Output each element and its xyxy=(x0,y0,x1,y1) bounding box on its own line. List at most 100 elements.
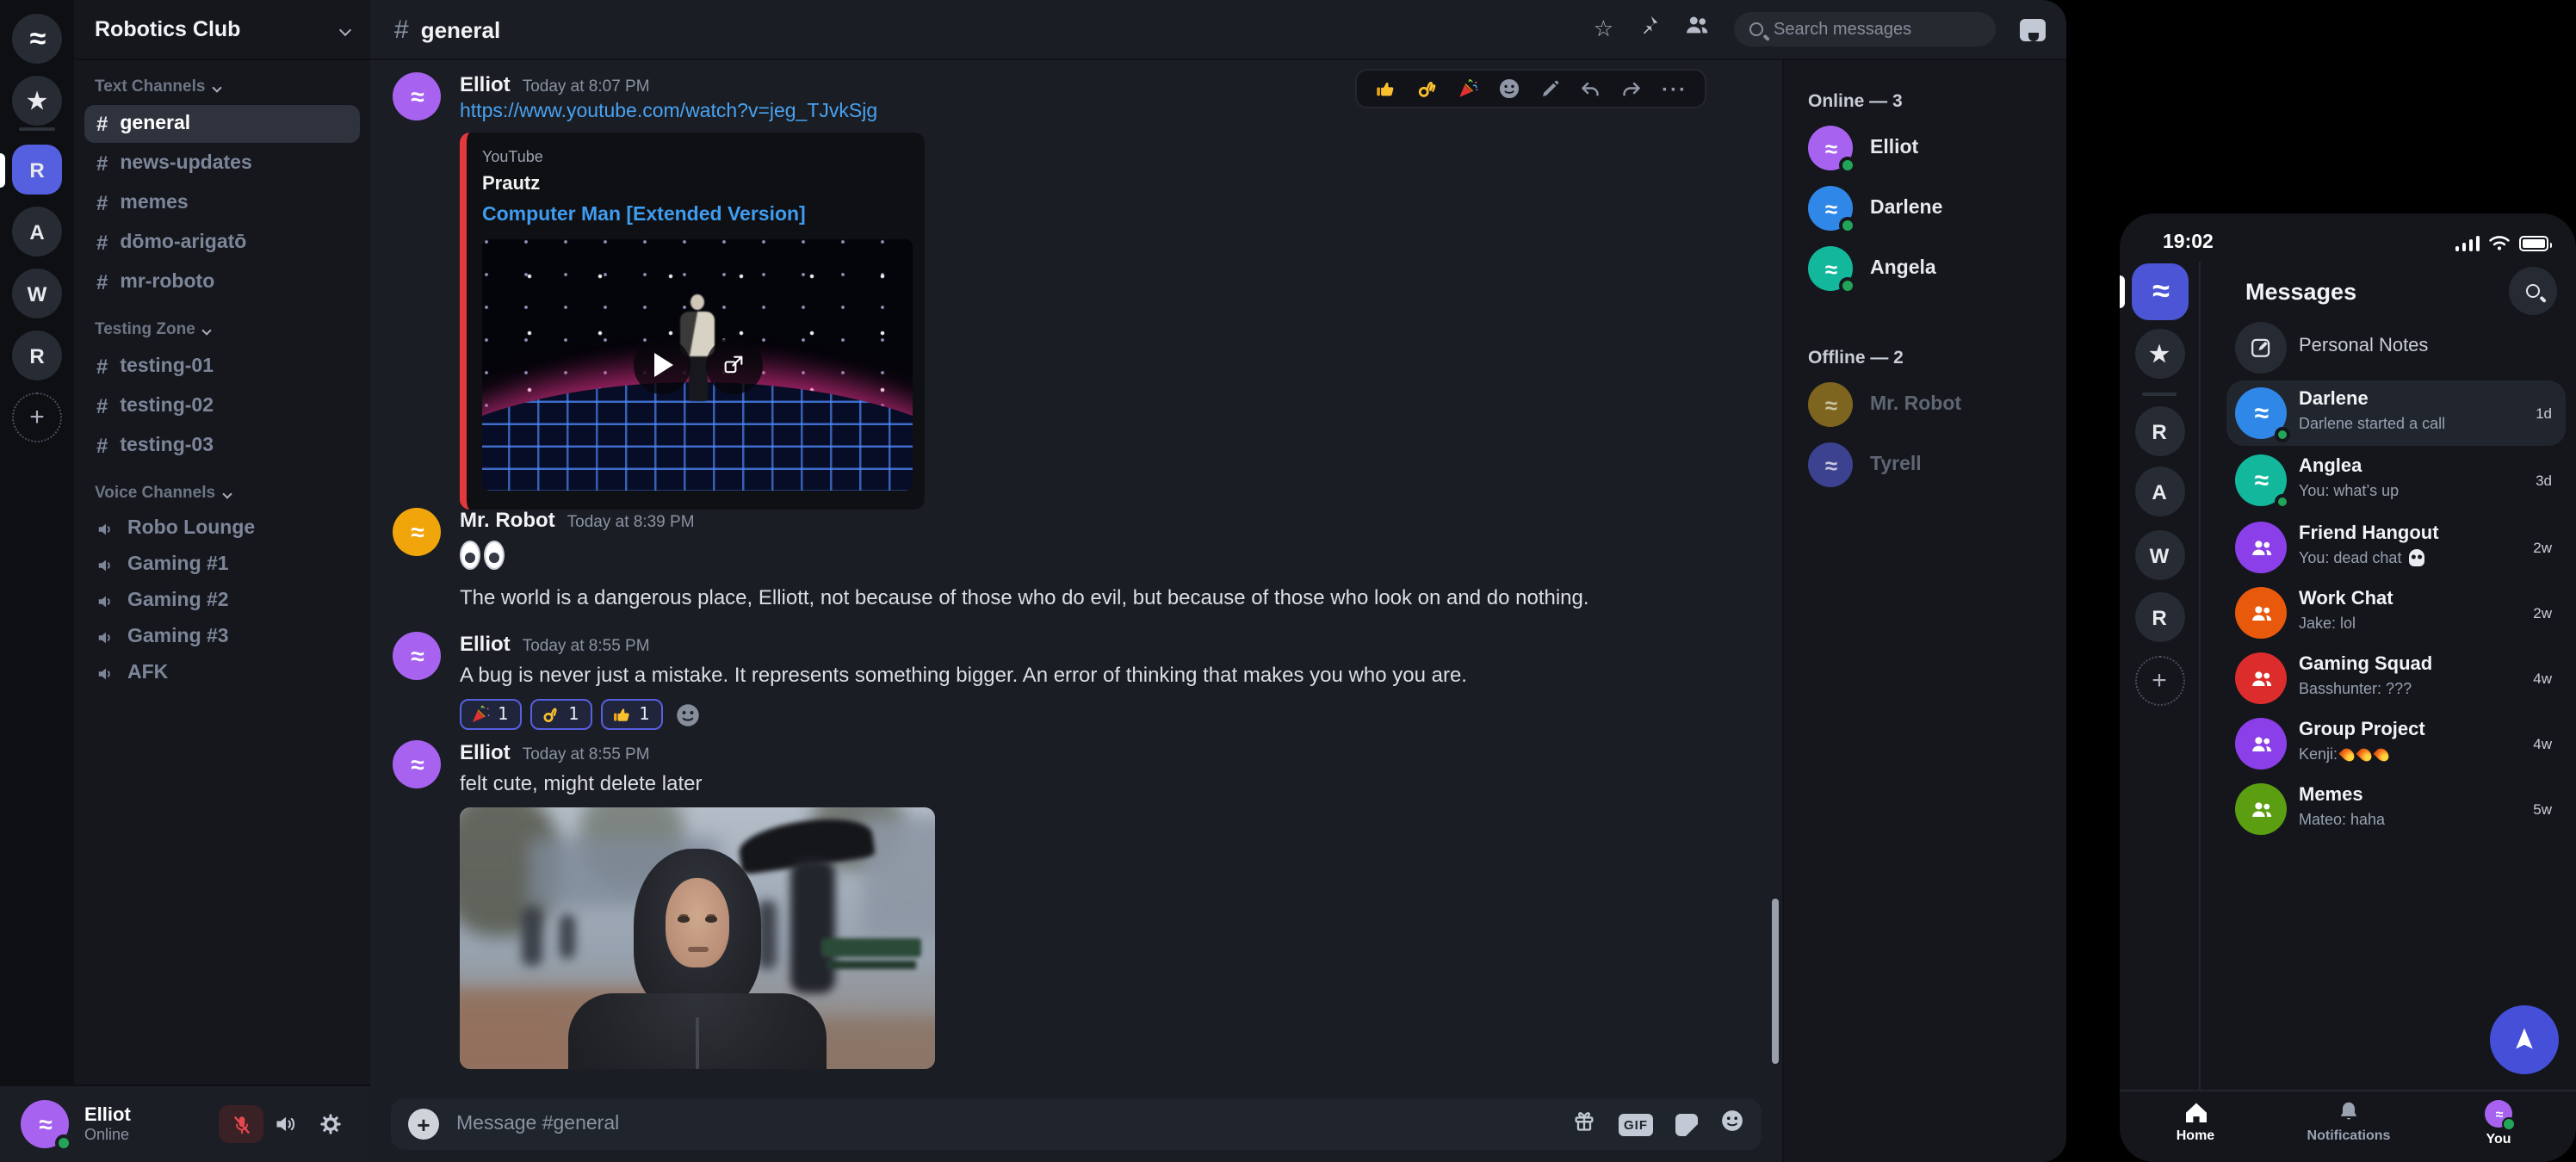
favourites-button[interactable]: ★ xyxy=(12,76,62,126)
section-text-channels[interactable]: Text Channels xyxy=(74,60,370,103)
server-r2[interactable]: R xyxy=(2134,592,2184,642)
chat-scrollbar[interactable] xyxy=(1772,899,1779,1064)
nav-notifications[interactable]: Notifications xyxy=(2288,1100,2409,1143)
voice-gaming-3[interactable]: Gaming #3 xyxy=(84,620,360,654)
conversation-group-project[interactable]: Group Project Kenji: 4w xyxy=(2226,711,2566,776)
search-input[interactable]: Search messages xyxy=(1734,12,1996,46)
conversation-memes[interactable]: Memes Mateo: haha 5w xyxy=(2226,776,2566,842)
add-server-button[interactable]: + xyxy=(2134,656,2184,706)
react-thumbs-up-icon[interactable] xyxy=(1374,77,1396,100)
microphone-muted-button[interactable] xyxy=(219,1105,263,1143)
section-voice-channels[interactable]: Voice Channels xyxy=(74,467,370,510)
play-button[interactable] xyxy=(633,337,690,393)
author-name[interactable]: Elliot xyxy=(460,72,511,96)
open-external-button[interactable] xyxy=(705,337,762,393)
channel-news-updates[interactable]: #news-updates xyxy=(84,145,360,182)
gift-icon[interactable] xyxy=(1572,1108,1596,1140)
member-darlene[interactable]: ≈ Darlene xyxy=(1808,186,2066,231)
toggle-right-panel-icon[interactable] xyxy=(2020,18,2046,40)
members-icon[interactable] xyxy=(1684,14,1710,45)
channel-domo-arigato[interactable]: #dōmo-arigatō xyxy=(84,224,360,262)
server-r2[interactable]: R xyxy=(12,331,62,380)
emoji-picker-icon[interactable] xyxy=(1720,1108,1744,1140)
server-header[interactable]: Robotics Club xyxy=(74,0,370,60)
member-elliot[interactable]: ≈ Elliot xyxy=(1808,126,2066,170)
add-reaction-icon[interactable] xyxy=(1498,77,1520,100)
channel-testing-03[interactable]: #testing-03 xyxy=(84,427,360,465)
conversation-work-chat[interactable]: Work Chat Jake: lol 2w xyxy=(2226,580,2566,646)
member-tyrell[interactable]: ≈ Tyrell xyxy=(1808,442,2066,487)
compose-fab[interactable] xyxy=(2490,1005,2559,1074)
add-reaction-icon[interactable] xyxy=(675,702,701,727)
timestamp: Today at 8:07 PM xyxy=(523,77,650,96)
photo-attachment[interactable] xyxy=(460,807,935,1069)
speaker-icon xyxy=(96,664,115,683)
avatar: ≈ xyxy=(1808,186,1853,231)
fire-emoji xyxy=(2356,745,2375,763)
conversation-time: 3d xyxy=(2536,472,2552,489)
server-w[interactable]: W xyxy=(12,269,62,318)
gif-picker-button[interactable]: GIF xyxy=(1619,1113,1653,1135)
channel-testing-02[interactable]: #testing-02 xyxy=(84,387,360,425)
react-tada-icon[interactable] xyxy=(1457,77,1479,100)
nav-home[interactable]: Home xyxy=(2135,1100,2256,1143)
voice-gaming-2[interactable]: Gaming #2 xyxy=(84,584,360,618)
search-button[interactable] xyxy=(2509,267,2557,315)
author-name[interactable]: Elliot xyxy=(460,632,511,656)
reaction-ok-hand[interactable]: 1 xyxy=(530,699,592,730)
avatar[interactable]: ≈ xyxy=(393,72,441,121)
avatar: ≈ xyxy=(21,1100,69,1148)
personal-notes-button[interactable] xyxy=(2235,322,2287,374)
author-name[interactable]: Elliot xyxy=(460,740,511,764)
add-server-button[interactable]: + xyxy=(12,392,62,442)
member-angela[interactable]: ≈ Angela xyxy=(1808,246,2066,291)
author-name[interactable]: Mr. Robot xyxy=(460,508,555,532)
channel-memes[interactable]: #memes xyxy=(84,184,360,222)
conversation-anglea[interactable]: ≈ Anglea You: what’s up 3d xyxy=(2226,448,2566,513)
star-icon: ★ xyxy=(27,87,46,114)
voice-afk[interactable]: AFK xyxy=(84,656,360,690)
channel-testing-01[interactable]: #testing-01 xyxy=(84,348,360,386)
edit-message-icon[interactable] xyxy=(1539,78,1560,99)
server-a[interactable]: A xyxy=(12,207,62,257)
more-actions-icon[interactable]: ··· xyxy=(1662,80,1687,97)
reaction-thumbs-up[interactable]: 1 xyxy=(601,699,663,730)
pinned-messages-icon[interactable] xyxy=(1638,14,1660,45)
conversation-friend-hangout[interactable]: Friend Hangout You: dead chat 2w xyxy=(2226,515,2566,580)
personal-notes-label[interactable]: Personal Notes xyxy=(2299,336,2428,356)
avatar[interactable]: ≈ xyxy=(393,508,441,556)
forward-icon[interactable] xyxy=(1620,78,1643,99)
embed-video-title[interactable]: Computer Man [Extended Version] xyxy=(482,205,906,226)
member-mr-robot[interactable]: ≈ Mr. Robot xyxy=(1808,382,2066,427)
channel-general[interactable]: #general xyxy=(84,105,360,143)
app-logo[interactable]: ≈ xyxy=(2132,263,2189,320)
settings-button[interactable] xyxy=(308,1105,353,1143)
video-thumbnail[interactable] xyxy=(482,239,913,491)
avatar[interactable]: ≈ xyxy=(393,740,441,788)
react-ok-hand-icon[interactable] xyxy=(1415,77,1438,100)
deafen-button[interactable] xyxy=(263,1105,308,1143)
reaction-tada[interactable]: 1 xyxy=(460,699,522,730)
app-logo[interactable]: ≈ xyxy=(12,14,62,64)
avatar[interactable]: ≈ xyxy=(393,632,441,680)
server-robotics-club[interactable]: R xyxy=(12,145,62,195)
favourites-button[interactable]: ★ xyxy=(2134,329,2184,379)
voice-robo-lounge[interactable]: Robo Lounge xyxy=(84,511,360,546)
sticker-picker-icon[interactable] xyxy=(1675,1113,1698,1135)
conversation-gaming-squad[interactable]: Gaming Squad Basshunter: ??? 4w xyxy=(2226,646,2566,711)
message-input[interactable]: + Message #general GIF xyxy=(391,1098,1762,1150)
section-testing-zone[interactable]: Testing Zone xyxy=(74,303,370,346)
nav-you[interactable]: ≈ You xyxy=(2438,1100,2559,1147)
add-attachment-button[interactable]: + xyxy=(408,1109,439,1140)
conversation-darlene[interactable]: ≈ Darlene Darlene started a call 1d xyxy=(2226,380,2566,446)
server-a[interactable]: A xyxy=(2134,467,2184,516)
voice-gaming-1[interactable]: Gaming #1 xyxy=(84,547,360,582)
server-w[interactable]: W xyxy=(2134,530,2184,580)
server-r[interactable]: R xyxy=(2134,406,2184,456)
channel-mr-roboto[interactable]: #mr-roboto xyxy=(84,263,360,301)
youtube-link[interactable]: https://www.youtube.com/watch?v=jeg_TJvk… xyxy=(460,102,925,122)
favourite-channel-icon[interactable]: ☆ xyxy=(1594,15,1613,43)
reply-icon[interactable] xyxy=(1579,78,1601,99)
user-bar[interactable]: ≈ Elliot Online xyxy=(0,1085,370,1162)
conversation-preview: Kenji: xyxy=(2299,745,2389,763)
